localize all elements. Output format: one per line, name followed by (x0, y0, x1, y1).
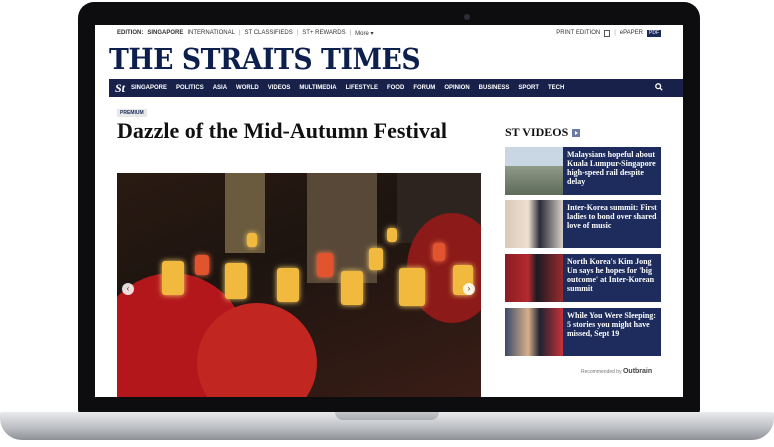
video-item[interactable]: North Korea's Kim Jong Un says he hopes … (505, 254, 661, 302)
video-item[interactable]: Inter-Korea summit: First ladies to bond… (505, 200, 661, 248)
video-title: Inter-Korea summit: First ladies to bond… (567, 203, 657, 230)
nav-item-business[interactable]: BUSINESS (479, 85, 510, 91)
browser-screen: EDITION: SINGAPORE INTERNATIONAL | ST CL… (95, 25, 683, 397)
rewards-link[interactable]: ST+ REWARDS (302, 30, 345, 36)
print-icon (604, 29, 611, 37)
edition-singapore[interactable]: SINGAPORE (147, 30, 183, 36)
outbrain-logo: Outbrain (622, 368, 653, 375)
nav-item-asia[interactable]: ASIA (213, 85, 227, 91)
nav-item-opinion[interactable]: OPINION (444, 85, 469, 91)
chevron-left-icon: ‹ (126, 284, 130, 293)
separator: | (614, 30, 616, 36)
st-videos-heading[interactable]: ST VIDEOS (505, 125, 581, 140)
epaper-link[interactable]: ePAPER (620, 30, 643, 36)
st-videos-title: ST VIDEOS (505, 125, 569, 139)
video-thumbnail (505, 254, 563, 302)
nav-item-videos[interactable]: VIDEOS (268, 85, 291, 91)
edition-international[interactable]: INTERNATIONAL (187, 30, 235, 36)
video-title: Malaysians hopeful about Kuala Lumpur-Si… (567, 150, 656, 186)
pdf-badge[interactable]: PDF (647, 29, 661, 37)
print-edition-link[interactable]: PRINT EDITION (556, 30, 600, 36)
laptop-notch (335, 412, 439, 420)
main-nav: St SINGAPORE POLITICS ASIA WORLD VIDEOS … (109, 79, 683, 97)
classifieds-link[interactable]: ST CLASSIFIEDS (244, 30, 292, 36)
search-icon[interactable] (655, 83, 663, 93)
st-logo[interactable]: St (115, 81, 125, 96)
camera-icon (464, 14, 470, 20)
play-icon (572, 128, 581, 137)
hero-image[interactable] (117, 173, 481, 397)
nav-item-world[interactable]: WORLD (236, 85, 259, 91)
carousel-prev-button[interactable]: ‹ (122, 283, 134, 295)
nav-item-singapore[interactable]: SINGAPORE (131, 85, 167, 91)
more-menu[interactable]: More ▾ (355, 30, 373, 37)
separator: | (238, 30, 241, 36)
masthead-logo[interactable]: THE STRAITS TIMES (109, 42, 624, 76)
outbrain-attribution[interactable]: Recommended by Outbrain (581, 368, 652, 375)
nav-item-lifestyle[interactable]: LIFESTYLE (346, 85, 378, 91)
recommended-by-label: Recommended by (581, 369, 622, 375)
video-title: While You Were Sleeping: 5 stories you m… (567, 311, 656, 338)
carousel-next-button[interactable]: › (463, 283, 475, 295)
nav-item-food[interactable]: FOOD (387, 85, 404, 91)
edition-label: EDITION: (117, 30, 144, 36)
premium-badge: PREMIUM (117, 109, 147, 117)
video-thumbnail (505, 200, 563, 248)
separator: | (349, 30, 352, 36)
video-item[interactable]: Malaysians hopeful about Kuala Lumpur-Si… (505, 147, 661, 195)
article-headline: Dazzle of the Mid-Autumn Festival (117, 118, 447, 143)
separator: | (296, 30, 299, 36)
nav-item-sport[interactable]: SPORT (518, 85, 539, 91)
utility-bar: EDITION: SINGAPORE INTERNATIONAL | ST CL… (95, 25, 683, 41)
nav-item-forum[interactable]: FORUM (413, 85, 435, 91)
nav-item-politics[interactable]: POLITICS (176, 85, 204, 91)
video-title: North Korea's Kim Jong Un says he hopes … (567, 257, 655, 293)
video-item[interactable]: While You Were Sleeping: 5 stories you m… (505, 308, 661, 356)
chevron-right-icon: › (467, 284, 471, 293)
video-thumbnail (505, 147, 563, 195)
nav-item-tech[interactable]: TECH (548, 85, 564, 91)
nav-item-multimedia[interactable]: MULTIMEDIA (299, 85, 336, 91)
video-thumbnail (505, 308, 563, 356)
